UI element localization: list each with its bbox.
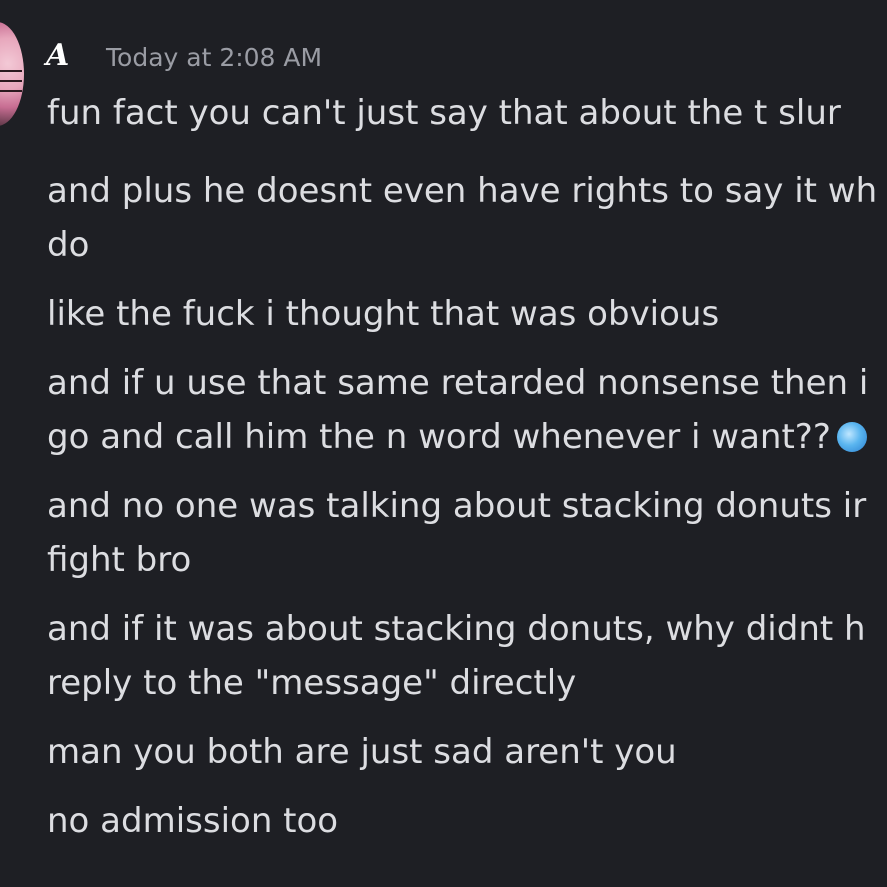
avatar-whisker [0, 80, 22, 82]
message-text: like the fuck i thought that was obvious [47, 294, 720, 334]
message-text: and plus he doesnt even have rights to s… [47, 171, 878, 211]
message-text: fun fact you can't just say that about t… [47, 93, 841, 133]
message-text: reply to the "message" directly [47, 663, 577, 703]
avatar-whisker [0, 70, 22, 72]
message-text: man you both are just sad aren't you [47, 732, 677, 772]
globe-emoji-icon [836, 422, 867, 452]
message-text: and no one was talking about stacking do… [47, 486, 867, 526]
message-text: fight bro [47, 540, 192, 580]
message-text: no admission too [47, 801, 339, 841]
message-text: go and call him the n word whenever i wa… [47, 417, 831, 457]
avatar[interactable] [0, 22, 24, 126]
message-timestamp[interactable]: Today at 2:08 AM [106, 42, 322, 74]
avatar-whisker [0, 90, 22, 92]
message-text: and if it was about stacking donuts, why… [47, 609, 866, 649]
author-name[interactable]: A [46, 36, 69, 76]
message-text: and if u use that same retarded nonsense… [47, 363, 869, 403]
message-text-with-emoji: go and call him the n word whenever i wa… [47, 410, 867, 464]
message-text: do [47, 225, 90, 265]
message-group: A Today at 2:08 AM fun fact you can't ju… [0, 0, 887, 887]
